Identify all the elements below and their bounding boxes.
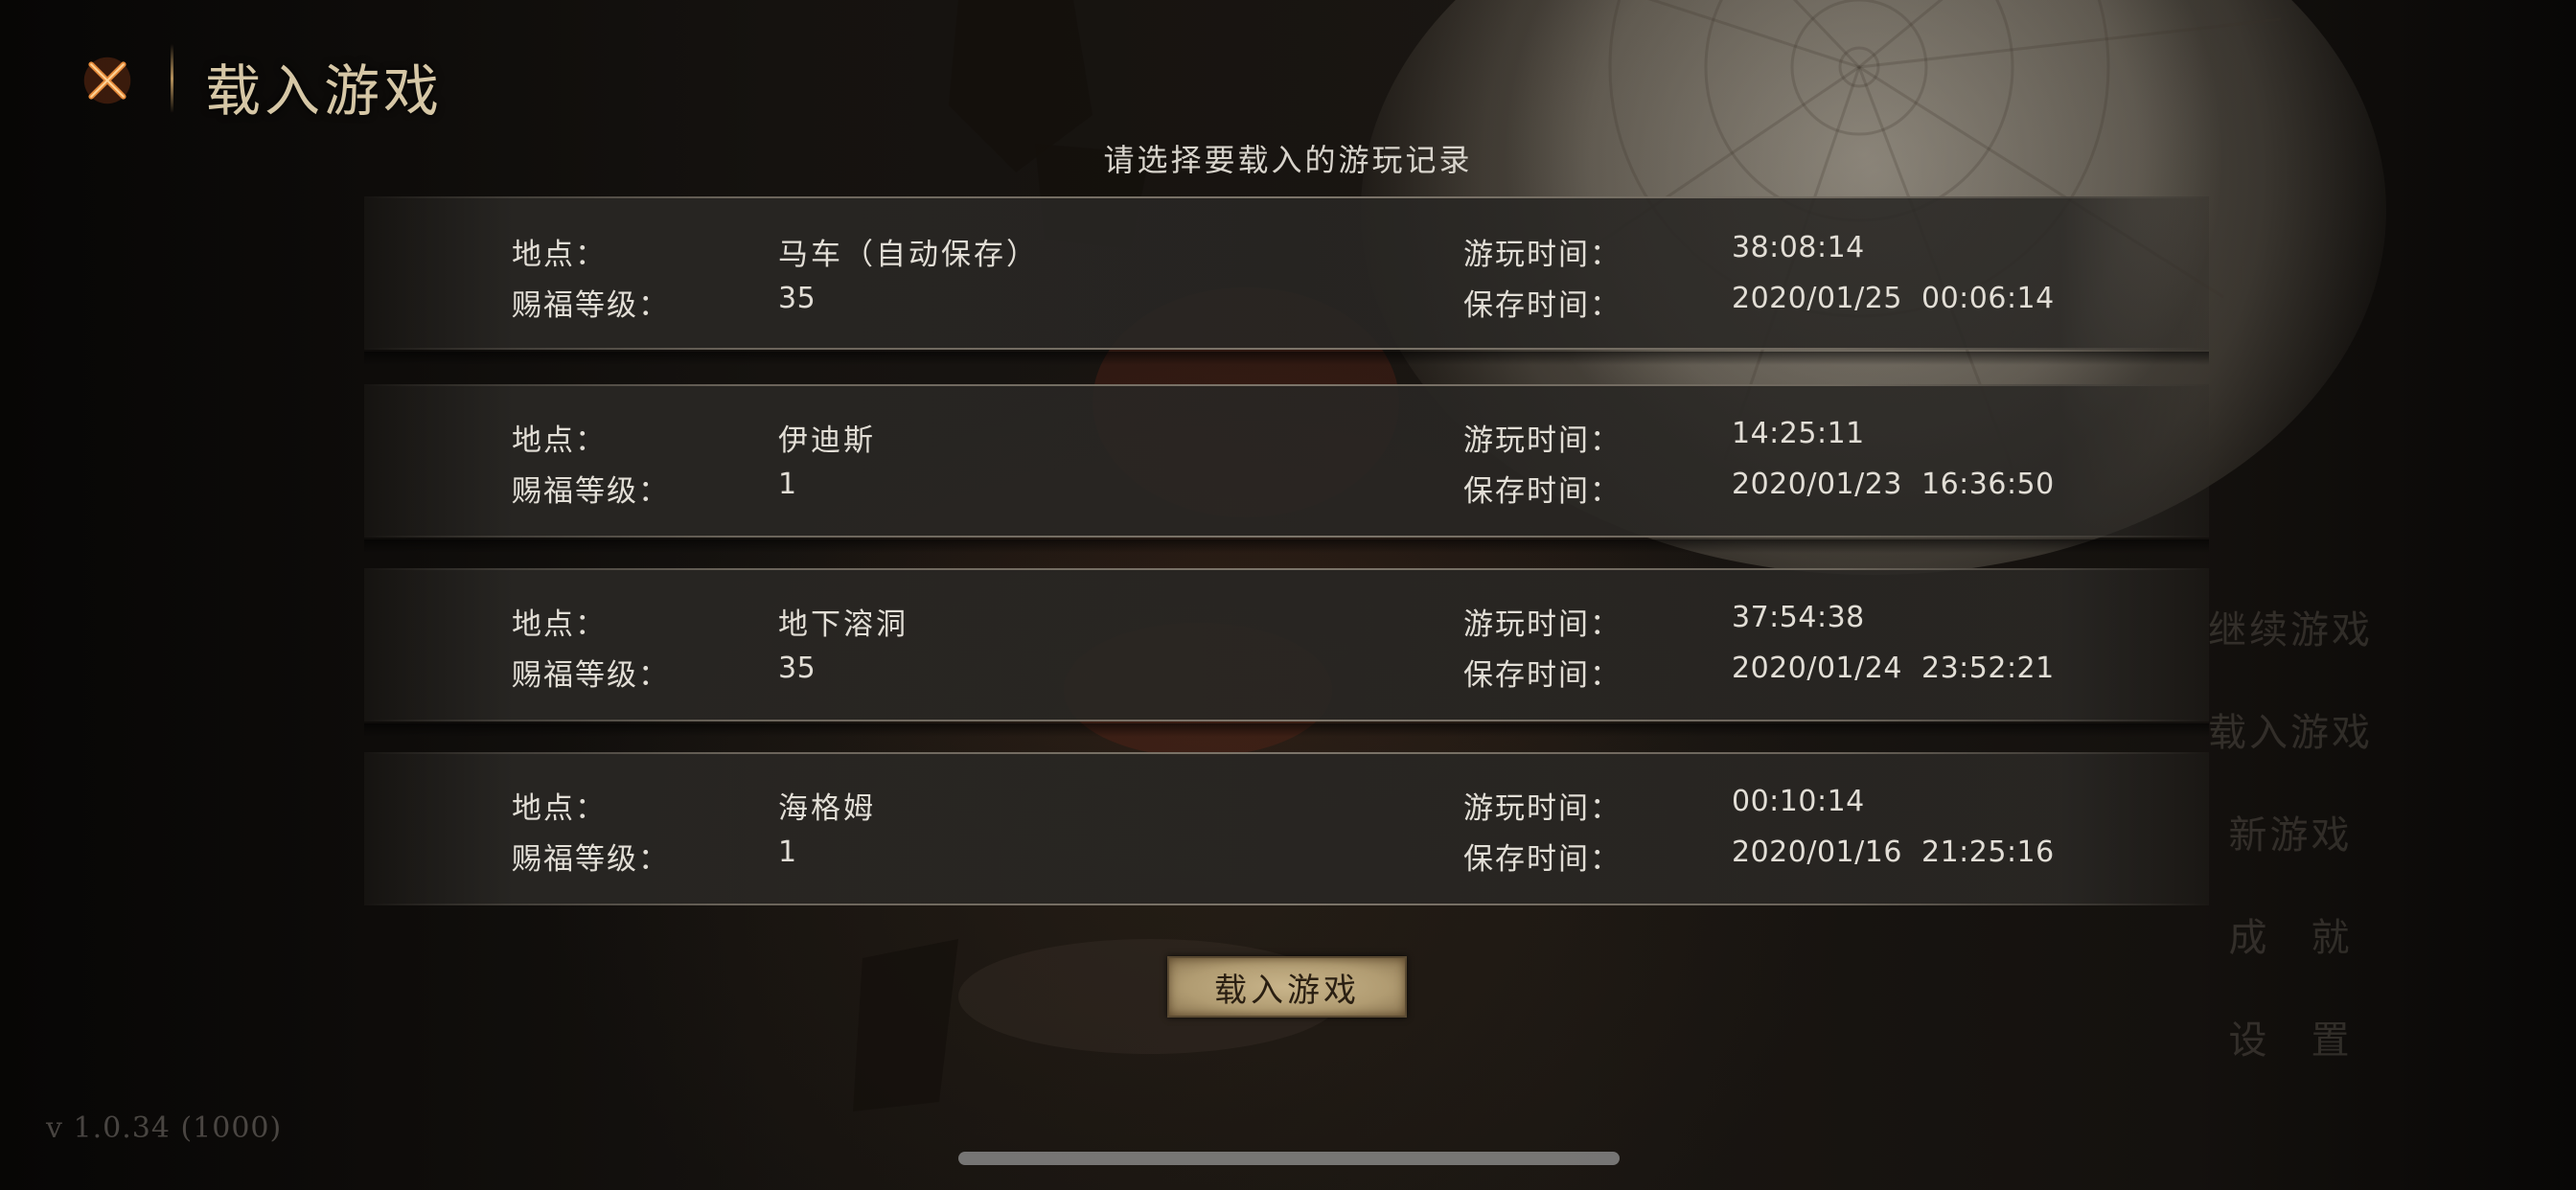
location-value: 马车（自动保存） [778, 238, 1039, 272]
play-time-value: 00:10:14 [1732, 785, 1865, 818]
game-screen: 载入游戏 请选择要载入的游玩记录 地点： 马车（自动保存） 赐福等级： 35 游… [0, 0, 2576, 1190]
location-value: 地下溶洞 [778, 607, 908, 642]
save-time-value: 2020/01/23 16:36:50 [1732, 468, 2055, 501]
level-value: 1 [778, 468, 797, 501]
location-value: 伊迪斯 [778, 423, 876, 458]
save-slot-2[interactable]: 地点： 伊迪斯 赐福等级： 1 游玩时间： 14:25:11 保存时间： 202… [364, 384, 2209, 538]
load-game-button[interactable]: 载入游戏 [1167, 956, 1407, 1018]
play-time-label: 游玩时间： [1463, 238, 1622, 272]
level-label: 赐福等级： [512, 474, 670, 509]
save-time-value: 2020/01/24 23:52:21 [1732, 652, 2055, 685]
menu-item-load[interactable]: 载入游戏 [2195, 701, 2386, 757]
play-time-value: 38:08:14 [1732, 231, 1865, 264]
page-title: 载入游戏 [205, 58, 444, 124]
location-label: 地点： [512, 423, 607, 458]
save-time-value: 2020/01/16 21:25:16 [1732, 835, 2055, 869]
play-time-value: 37:54:38 [1732, 601, 1865, 634]
slot-shadow [364, 539, 2209, 553]
save-slot-1[interactable]: 地点： 马车（自动保存） 赐福等级： 35 游玩时间： 38:08:14 保存时… [364, 196, 2209, 350]
save-time-label: 保存时间： [1463, 658, 1622, 693]
menu-item-settings[interactable]: 设 置 [2195, 1009, 2386, 1064]
play-time-label: 游玩时间： [1463, 607, 1622, 642]
menu-item-achievements[interactable]: 成 就 [2195, 906, 2386, 962]
level-label: 赐福等级： [512, 658, 670, 693]
slot-shadow [364, 352, 2209, 365]
home-indicator[interactable] [958, 1152, 1620, 1165]
menu-item-continue[interactable]: 继续游戏 [2195, 599, 2386, 654]
save-time-label: 保存时间： [1463, 288, 1622, 323]
play-time-label: 游玩时间： [1463, 791, 1622, 826]
slot-shadow [364, 723, 2209, 737]
save-time-label: 保存时间： [1463, 474, 1622, 509]
level-value: 35 [778, 652, 816, 685]
close-x-icon [83, 57, 131, 104]
close-button[interactable] [80, 54, 134, 107]
play-time-label: 游玩时间： [1463, 423, 1622, 458]
menu-item-new-game[interactable]: 新游戏 [2195, 804, 2386, 859]
save-slot-3[interactable]: 地点： 地下溶洞 赐福等级： 35 游玩时间： 37:54:38 保存时间： 2… [364, 568, 2209, 721]
instruction-text: 请选择要载入的游玩记录 [1103, 142, 1473, 178]
level-label: 赐福等级： [512, 842, 670, 877]
version-label: v 1.0.34 (1000) [46, 1111, 283, 1145]
location-label: 地点： [512, 791, 607, 826]
location-value: 海格姆 [778, 791, 876, 826]
play-time-value: 14:25:11 [1732, 417, 1865, 450]
level-value: 1 [778, 835, 797, 869]
location-label: 地点： [512, 607, 607, 642]
level-label: 赐福等级： [512, 288, 670, 323]
location-label: 地点： [512, 238, 607, 272]
save-time-label: 保存时间： [1463, 842, 1622, 877]
save-time-value: 2020/01/25 00:06:14 [1732, 282, 2055, 315]
header-divider [171, 44, 173, 113]
level-value: 35 [778, 282, 816, 315]
save-slot-4[interactable]: 地点： 海格姆 赐福等级： 1 游玩时间： 00:10:14 保存时间： 202… [364, 752, 2209, 905]
